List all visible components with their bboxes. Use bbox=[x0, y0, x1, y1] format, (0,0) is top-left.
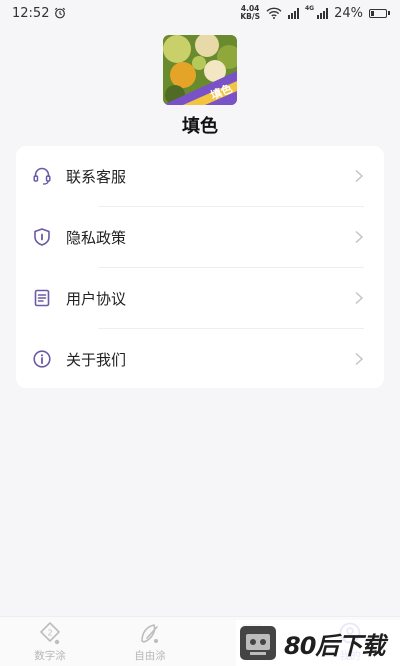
svg-text:2: 2 bbox=[47, 629, 52, 638]
chevron-right-icon bbox=[355, 352, 364, 366]
shield-icon bbox=[34, 228, 50, 246]
document-icon bbox=[34, 289, 50, 307]
watermark: 80后下载 bbox=[236, 620, 400, 666]
status-bar: 12:52 4.04 KB/S 4G 24% bbox=[0, 0, 400, 26]
app-logo-image: 填色 bbox=[163, 35, 237, 105]
menu-item-about-us[interactable]: 关于我们 bbox=[16, 329, 384, 389]
tab-free-paint[interactable]: 自由涂 bbox=[120, 621, 180, 665]
status-time: 12:52 bbox=[12, 5, 50, 21]
settings-menu: 联系客服 隐私政策 用户协议 关于我们 bbox=[16, 146, 384, 388]
menu-item-privacy-policy[interactable]: 隐私政策 bbox=[16, 207, 384, 267]
network-speed-unit: KB/S bbox=[240, 12, 260, 21]
signal-icon-2 bbox=[317, 7, 329, 19]
signal-icon bbox=[287, 7, 299, 19]
status-left: 12:52 bbox=[12, 6, 66, 21]
info-icon bbox=[33, 350, 51, 368]
status-right: 4.04 KB/S 4G 24% bbox=[240, 5, 390, 21]
brush-icon bbox=[141, 624, 158, 643]
battery-percent: 24% bbox=[334, 5, 363, 21]
network-type: 4G bbox=[304, 5, 315, 12]
nav-label: 数字涂 bbox=[34, 650, 66, 662]
wifi-icon bbox=[266, 7, 282, 19]
chevron-right-icon bbox=[355, 169, 364, 183]
menu-item-label: 隐私政策 bbox=[66, 228, 127, 247]
app-logo: 填色 bbox=[163, 35, 237, 105]
chevron-right-icon bbox=[355, 230, 364, 244]
alarm-icon bbox=[55, 7, 66, 19]
tab-number-paint[interactable]: 2 数字涂 bbox=[20, 621, 80, 665]
battery-icon bbox=[369, 8, 390, 18]
menu-item-contact-support[interactable]: 联系客服 bbox=[16, 146, 384, 206]
menu-item-label: 用户协议 bbox=[66, 289, 127, 308]
chevron-right-icon bbox=[355, 291, 364, 305]
menu-item-user-agreement[interactable]: 用户协议 bbox=[16, 268, 384, 328]
network-speed: 4.04 KB/S bbox=[240, 5, 260, 21]
nav-label: 自由涂 bbox=[134, 650, 166, 662]
menu-item-label: 关于我们 bbox=[66, 350, 127, 369]
watermark-text: 80后下载 bbox=[284, 631, 385, 660]
number-paint-icon: 2 bbox=[40, 622, 60, 645]
app-title: 填色 bbox=[182, 116, 218, 137]
watermark-logo-icon bbox=[240, 626, 276, 660]
menu-item-label: 联系客服 bbox=[66, 167, 127, 186]
headset-icon bbox=[33, 167, 51, 185]
